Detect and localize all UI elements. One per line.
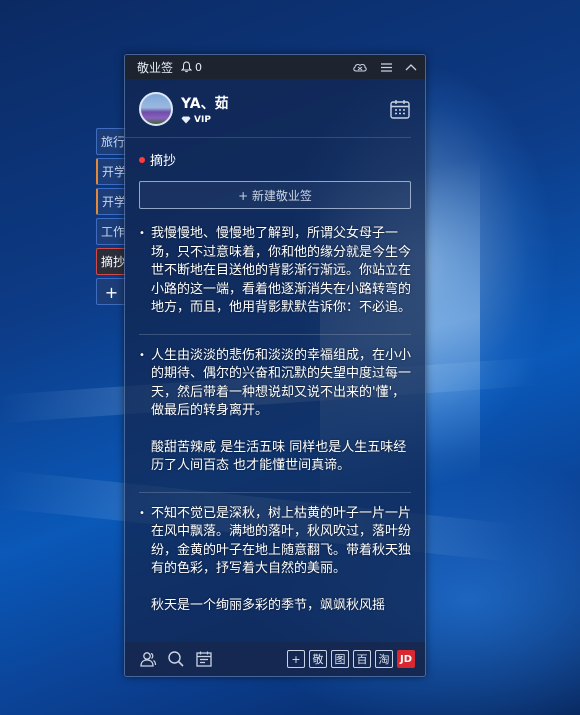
bottom-toolbar: + 敬 图 百 淘 JD [125, 642, 425, 676]
note-list: 我慢慢地、慢慢地了解到，所谓父女母子一场，只不过意味着，你和他的缘分就是今生今世… [125, 209, 425, 631]
diamond-icon [181, 116, 191, 124]
taobao-shortcut-button[interactable]: 淘 [375, 650, 393, 668]
category-title: 摘抄 [150, 154, 177, 169]
title-bar[interactable]: 敬业签 0 [125, 55, 425, 79]
cloud-sync-icon[interactable] [352, 61, 368, 73]
tab-school-2[interactable]: 开学 [96, 188, 126, 215]
menu-icon[interactable] [380, 62, 393, 73]
category-header: 摘抄 [125, 138, 425, 169]
note-text: 不知不觉已是深秋，树上枯黄的叶子一片一片在风中飘落。满地的落叶，秋风吹过，落叶纷… [139, 505, 411, 579]
tab-school-1[interactable]: 开学 [96, 158, 126, 185]
note-item[interactable]: 我慢慢地、慢慢地了解到，所谓父女母子一场，只不过意味着，你和他的缘分就是今生今世… [139, 225, 411, 335]
jd-shortcut-button[interactable]: JD [397, 650, 415, 668]
note-text: 人生由淡淡的悲伤和淡淡的幸福组成，在小小的期待、偶尔的兴奋和沉默的失望中度过每一… [139, 347, 411, 421]
note-text: 秋天是一个绚丽多彩的季节，飒飒秋风摇 [151, 597, 386, 613]
vip-label: VIP [194, 115, 211, 125]
sticky-note-window: 敬业签 0 YA、茹 VIP 摘抄 + 新建敬业签 • 我慢慢地、慢慢地了解到，… [124, 54, 426, 677]
category-tabs: 旅行 开学 开学 工作 摘抄 + [96, 128, 126, 308]
bell-icon [181, 61, 193, 73]
note-text: 我慢慢地、慢慢地了解到，所谓父女母子一场，只不过意味着，你和他的缘分就是今生今世… [139, 225, 411, 318]
contacts-icon[interactable] [139, 650, 157, 668]
note-item[interactable]: 不知不觉已是深秋，树上枯黄的叶子一片一片在风中飘落。满地的落叶，秋风吹过，落叶纷… [139, 505, 411, 632]
avatar[interactable] [139, 92, 173, 126]
user-name: YA、茹 [181, 96, 229, 112]
vip-badge: VIP [181, 115, 229, 125]
new-note-button[interactable]: + 新建敬业签 [139, 181, 411, 209]
calendar-icon[interactable] [389, 98, 411, 120]
category-dot-icon [139, 156, 145, 163]
notification-indicator[interactable]: 0 [181, 61, 202, 74]
search-icon[interactable] [167, 650, 185, 668]
tab-travel[interactable]: 旅行 [96, 128, 126, 155]
collapse-chevron-icon[interactable] [405, 63, 417, 71]
app-title: 敬业签 [137, 60, 174, 75]
add-widget-button[interactable]: + [287, 650, 305, 668]
baidu-shortcut-button[interactable]: 百 [353, 650, 371, 668]
notification-count: 0 [195, 60, 203, 74]
image-shortcut-button[interactable]: 图 [331, 650, 349, 668]
note-item[interactable]: 人生由淡淡的悲伤和淡淡的幸福组成，在小小的期待、偶尔的兴奋和沉默的失望中度过每一… [139, 347, 411, 493]
calendar-note-icon[interactable] [195, 650, 213, 668]
note-text: 酸甜苦辣咸 是生活五味 同样也是人生五味经历了人间百态 也才能懂世间真谛。 [151, 439, 407, 474]
user-profile: YA、茹 VIP [125, 79, 411, 138]
tab-work[interactable]: 工作 [96, 218, 126, 245]
jingye-shortcut-button[interactable]: 敬 [309, 650, 327, 668]
add-tab-button[interactable]: + [96, 278, 126, 305]
tab-excerpts[interactable]: 摘抄 [96, 248, 126, 275]
